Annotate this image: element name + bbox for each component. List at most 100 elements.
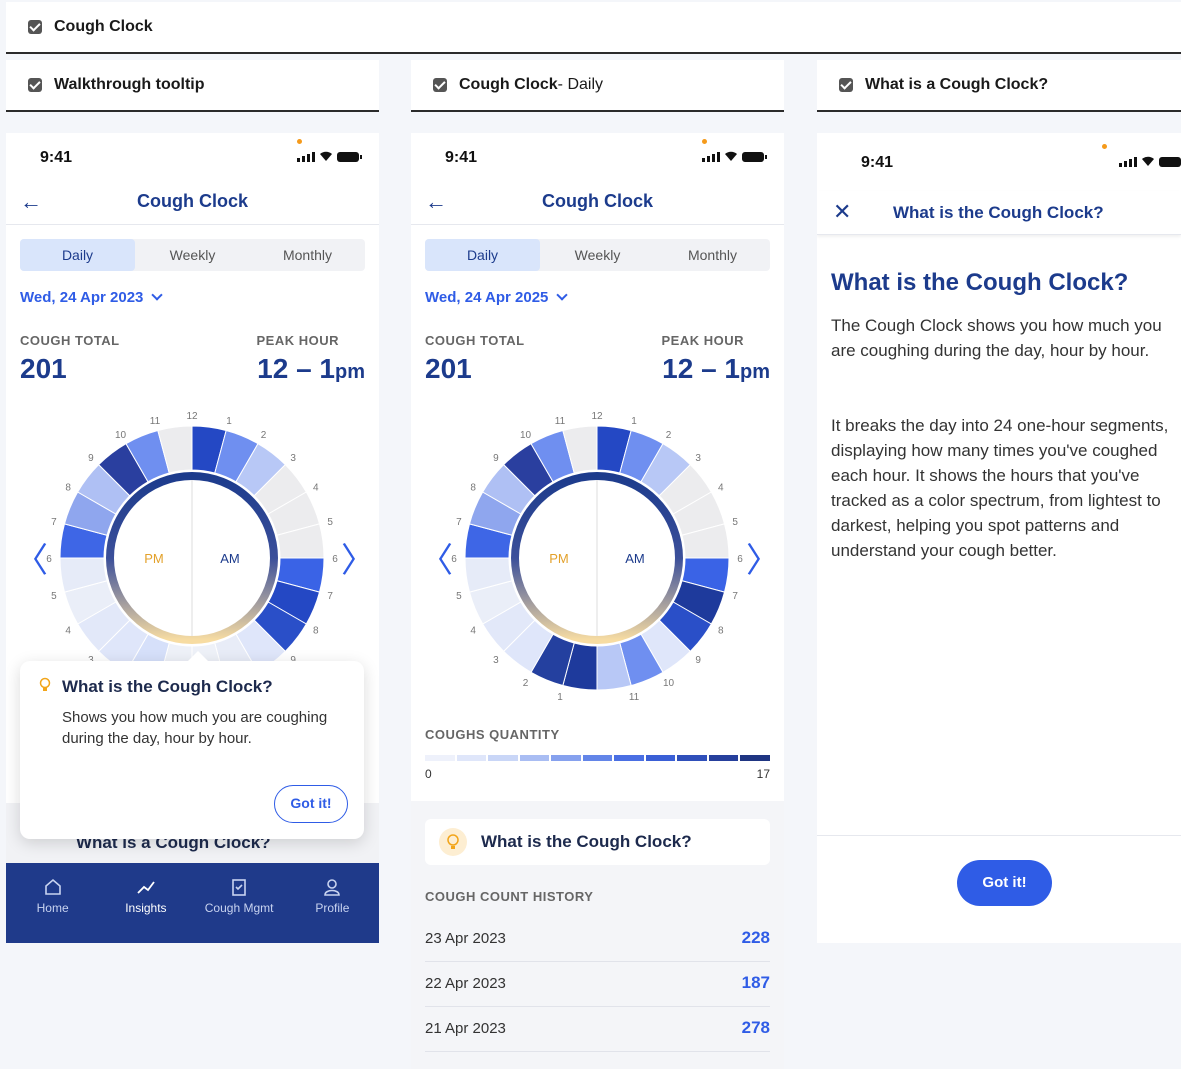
- hour-label-pm: 1: [557, 692, 563, 703]
- battery-icon: [337, 152, 362, 162]
- phone-what-is: 9:41 ✕ What is the Cough Clock? What is …: [817, 133, 1181, 943]
- history-label: COUGH COUNT HISTORY: [425, 889, 594, 904]
- status-icons: [297, 150, 362, 162]
- hour-label-am: 4: [718, 483, 724, 494]
- hour-label-am: 9: [695, 655, 701, 666]
- recording-dot-icon: [297, 139, 302, 144]
- status-time: 9:41: [445, 149, 478, 166]
- status-icons: [1119, 155, 1181, 167]
- next-day-chevron-icon[interactable]: 〉: [341, 533, 375, 582]
- hour-label-pm: 7: [51, 517, 57, 528]
- am-label: AM: [625, 551, 645, 566]
- quantity-scale-step: [740, 755, 771, 761]
- section-label-daily: Cough Clock - Daily: [411, 60, 784, 112]
- tab-profile-label: Profile: [315, 901, 350, 915]
- lightbulb-icon: [439, 828, 467, 856]
- profile-icon: [324, 879, 341, 896]
- section-label-what: What is a Cough Clock?: [817, 60, 1181, 112]
- cough-total-label: COUGH TOTAL: [425, 333, 525, 348]
- hour-label-am: 3: [695, 453, 701, 464]
- hour-label-pm: 8: [470, 483, 476, 494]
- got-it-button[interactable]: Got it!: [957, 860, 1052, 906]
- status-time: 9:41: [861, 154, 894, 171]
- tab-profile[interactable]: Profile: [286, 863, 379, 943]
- tab-monthly[interactable]: Monthly: [250, 239, 365, 271]
- checkbox-icon[interactable]: [839, 78, 853, 92]
- what-is-card[interactable]: What is the Cough Clock?: [425, 819, 770, 865]
- hour-label-am: 12: [591, 411, 603, 422]
- checkbox-icon[interactable]: [28, 20, 42, 34]
- history-row[interactable]: 23 Apr 2023 228: [425, 917, 770, 962]
- next-day-chevron-icon[interactable]: 〉: [746, 533, 780, 582]
- date-text: Wed, 24 Apr 2025: [425, 289, 549, 306]
- history-value: 228: [741, 928, 770, 947]
- hour-label-pm: 3: [493, 655, 499, 666]
- tab-weekly[interactable]: Weekly: [135, 239, 250, 271]
- phone-daily: 9:41 ← Cough Clock Daily Weekly Monthly …: [411, 133, 784, 1069]
- pm-label: PM: [549, 551, 569, 566]
- hour-label-am: 4: [313, 483, 319, 494]
- date-selector[interactable]: Wed, 24 Apr 2025: [425, 289, 569, 306]
- tab-daily[interactable]: Daily: [20, 239, 135, 271]
- quantity-scale-step: [456, 755, 487, 761]
- quantity-scale-step: [519, 755, 550, 761]
- info-paragraph-2: It breaks the day into 24 one-hour segme…: [831, 416, 1169, 560]
- wifi-icon: [320, 151, 332, 161]
- home-icon: [44, 878, 61, 895]
- quantity-scale-step: [488, 755, 518, 761]
- lightbulb-icon: [39, 677, 51, 691]
- pm-label: PM: [144, 551, 164, 566]
- peak-hour-suffix: pm: [740, 361, 770, 383]
- peak-hour-range: 12 – 1: [257, 353, 335, 384]
- battery-icon: [742, 152, 767, 162]
- quantity-scale-step: [425, 755, 455, 761]
- history-date: 23 Apr 2023: [425, 930, 506, 947]
- section-label-text: Cough Clock: [459, 76, 558, 93]
- hour-label-am: 2: [666, 430, 672, 441]
- tab-insights[interactable]: Insights: [99, 863, 192, 943]
- cough-clock-chart: PMAM1212345678910111110987654321: [451, 411, 743, 703]
- history-date: 22 Apr 2023: [425, 975, 506, 992]
- tab-home[interactable]: Home: [6, 863, 99, 943]
- history-row[interactable]: 21 Apr 2023 278: [425, 1007, 770, 1052]
- checkbox-icon[interactable]: [433, 78, 447, 92]
- walkthrough-tooltip: What is the Cough Clock? Shows you how m…: [20, 651, 364, 839]
- hour-label-pm: 2: [523, 678, 529, 689]
- cough-total-value: 201: [20, 353, 67, 384]
- section-label-text: Cough Clock: [54, 18, 153, 35]
- tooltip-title: What is the Cough Clock?: [38, 677, 346, 697]
- history-row[interactable]: 22 Apr 2023 187: [425, 962, 770, 1007]
- got-it-button[interactable]: Got it!: [274, 785, 348, 823]
- tab-monthly[interactable]: Monthly: [655, 239, 770, 271]
- hour-label-pm: 8: [65, 483, 71, 494]
- tab-daily[interactable]: Daily: [425, 239, 540, 271]
- close-icon[interactable]: ✕: [833, 199, 851, 225]
- hour-label-am: 1: [631, 416, 637, 427]
- cough-total-value: 201: [425, 353, 472, 384]
- period-tabs: Daily Weekly Monthly: [20, 239, 365, 271]
- am-label: AM: [220, 551, 240, 566]
- date-text: Wed, 24 Apr 2023: [20, 289, 144, 306]
- page-title: Cough Clock: [137, 191, 248, 211]
- hour-label-pm: 6: [46, 554, 52, 565]
- phone-walkthrough: 9:41 ← Cough Clock Daily Weekly Monthly …: [6, 133, 379, 943]
- hour-label-am: 12: [186, 411, 198, 422]
- hour-label-pm: 11: [555, 416, 566, 427]
- date-selector[interactable]: Wed, 24 Apr 2023: [20, 289, 164, 306]
- checkbox-icon[interactable]: [28, 78, 42, 92]
- info-paragraph-1: The Cough Clock shows you how much you a…: [831, 316, 1162, 360]
- tab-insights-label: Insights: [125, 901, 167, 915]
- hour-label-am: 2: [261, 430, 267, 441]
- hour-label-pm: 10: [520, 430, 532, 441]
- quantity-scale-step: [645, 755, 676, 761]
- hour-label-pm: 9: [88, 453, 94, 464]
- peak-hour-label: PEAK HOUR: [661, 333, 744, 348]
- tab-weekly[interactable]: Weekly: [540, 239, 655, 271]
- tooltip-body: Shows you how much you are coughing duri…: [62, 709, 328, 747]
- nav-bar: ✕ What is the Cough Clock?: [817, 191, 1181, 235]
- status-bar: 9:41: [817, 133, 1181, 183]
- status-bar: 9:41: [411, 133, 784, 183]
- history-date: 21 Apr 2023: [425, 1020, 506, 1037]
- tab-cough-mgmt[interactable]: Cough Mgmt: [193, 863, 286, 943]
- tooltip-title-text: What is the Cough Clock?: [62, 677, 273, 696]
